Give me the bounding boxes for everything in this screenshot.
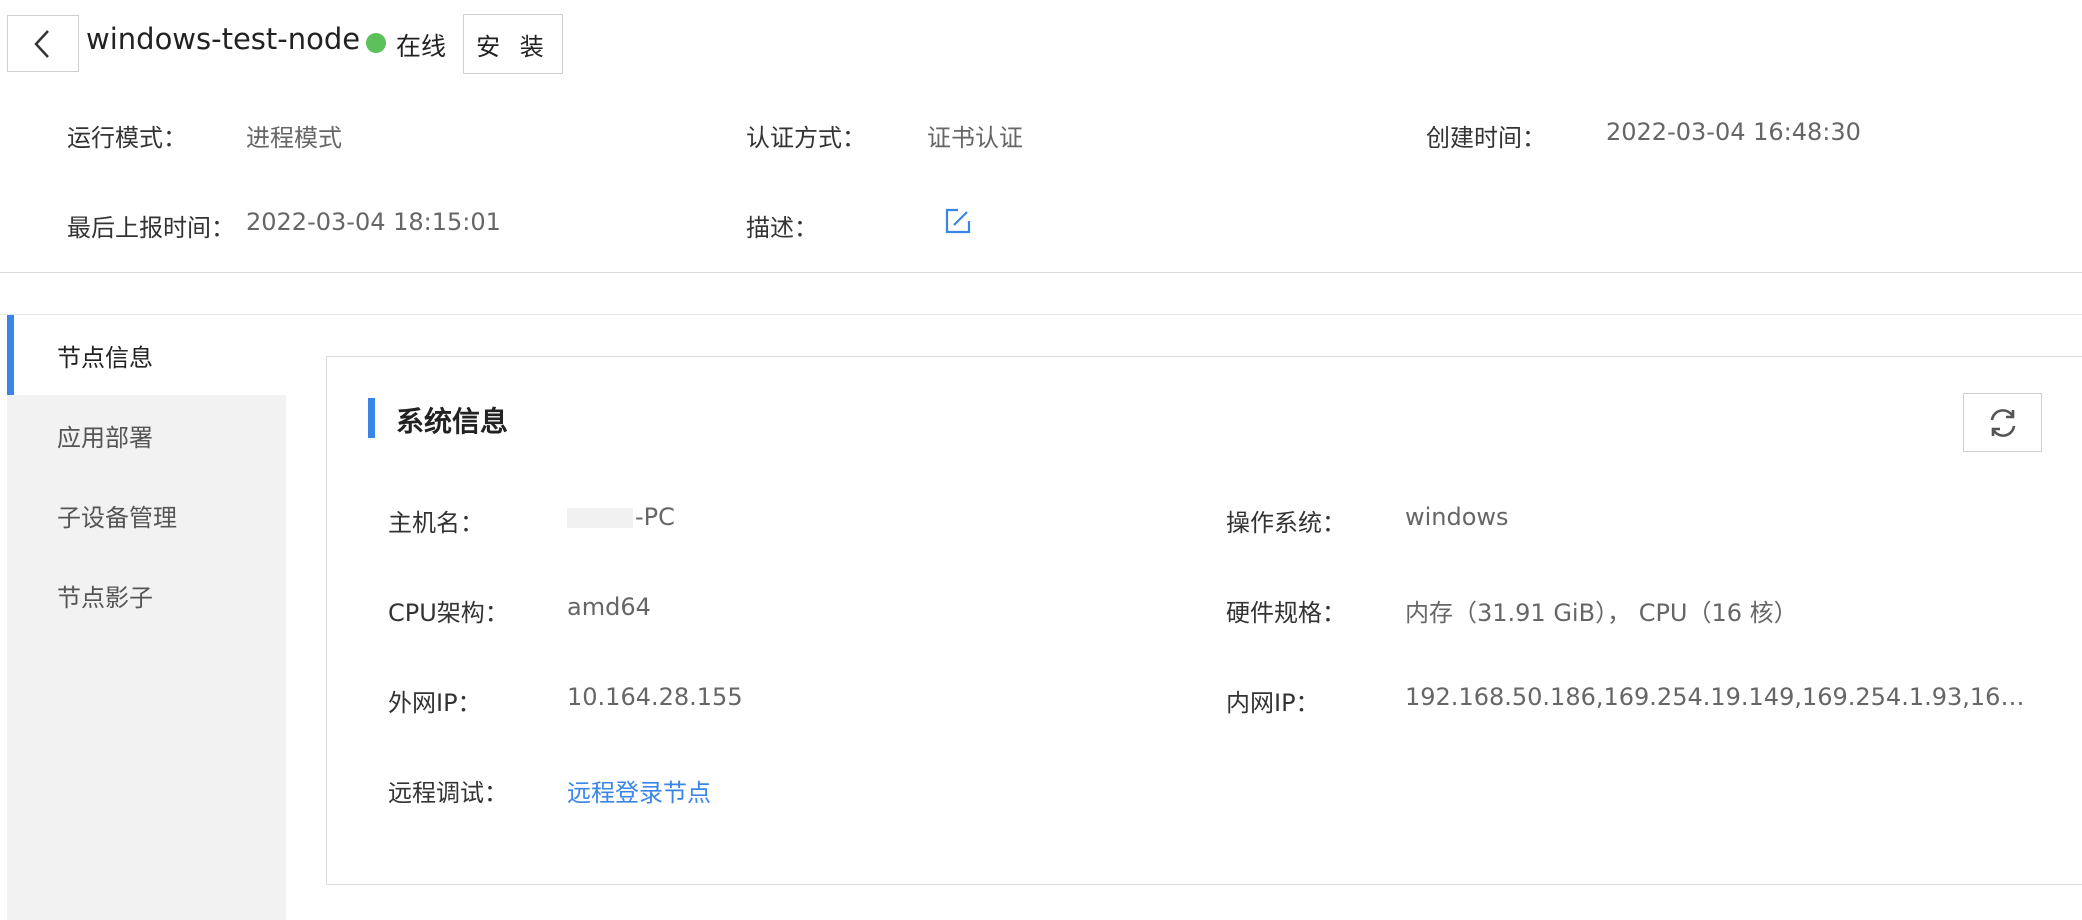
content-divider: [0, 314, 2082, 315]
created-label: 创建时间：: [1426, 124, 1546, 152]
created-value: 2022-03-04 16:48:30: [1606, 118, 1861, 146]
cpu-arch-label: CPU架构：: [388, 599, 509, 627]
hostname-value: -PC: [567, 503, 675, 531]
private-ip-value: 192.168.50.186,169.254.19.149,169.254.1.…: [1405, 683, 2035, 711]
back-button[interactable]: [7, 15, 79, 72]
os-label: 操作系统：: [1226, 509, 1346, 537]
chevron-left-icon: [34, 29, 49, 58]
section-title: 系统信息: [396, 405, 509, 438]
node-name: windows-test-node: [86, 22, 361, 56]
hostname-label: 主机名：: [388, 509, 484, 537]
section-marker: [368, 398, 375, 438]
run-mode-value: 进程模式: [246, 124, 342, 152]
auth-value: 证书认证: [927, 124, 1023, 152]
hardware-label: 硬件规格：: [1226, 599, 1346, 627]
run-mode-label: 运行模式：: [67, 124, 187, 152]
header-divider: [0, 272, 2082, 273]
hardware-value: 内存（31.91 GiB）， CPU（16 核）: [1405, 599, 1798, 627]
private-ip-label: 内网IP：: [1226, 689, 1320, 717]
edit-description-icon[interactable]: [944, 207, 972, 241]
hostname-redacted: [567, 508, 633, 528]
remote-debug-label: 远程调试：: [388, 779, 508, 807]
description-label: 描述：: [746, 214, 818, 242]
last-report-value: 2022-03-04 18:15:01: [246, 208, 501, 236]
sidebar-item-label: 子设备管理: [57, 503, 177, 532]
sidebar-item-app-deploy[interactable]: 应用部署: [7, 395, 286, 475]
sidebar-item-node-shadow[interactable]: 节点影子: [7, 555, 286, 635]
public-ip-value: 10.164.28.155: [567, 683, 743, 711]
public-ip-label: 外网IP：: [388, 689, 482, 717]
install-button[interactable]: 安 装: [463, 14, 563, 74]
os-value: windows: [1405, 503, 1509, 531]
last-report-label: 最后上报时间：: [67, 214, 235, 242]
cpu-arch-value: amd64: [567, 593, 651, 621]
status-text: 在线: [396, 32, 447, 61]
sidebar-item-label: 应用部署: [57, 423, 153, 452]
sidebar-item-label: 节点影子: [57, 583, 153, 612]
refresh-icon: [1990, 408, 2015, 437]
refresh-button[interactable]: [1963, 393, 2042, 452]
sidebar-item-sub-devices[interactable]: 子设备管理: [7, 475, 286, 555]
sidebar-item-label: 节点信息: [57, 343, 153, 372]
remote-login-link[interactable]: 远程登录节点: [567, 773, 711, 808]
auth-label: 认证方式：: [746, 124, 866, 152]
sidebar-item-node-info[interactable]: 节点信息: [7, 315, 286, 395]
online-status-dot: [366, 33, 386, 53]
